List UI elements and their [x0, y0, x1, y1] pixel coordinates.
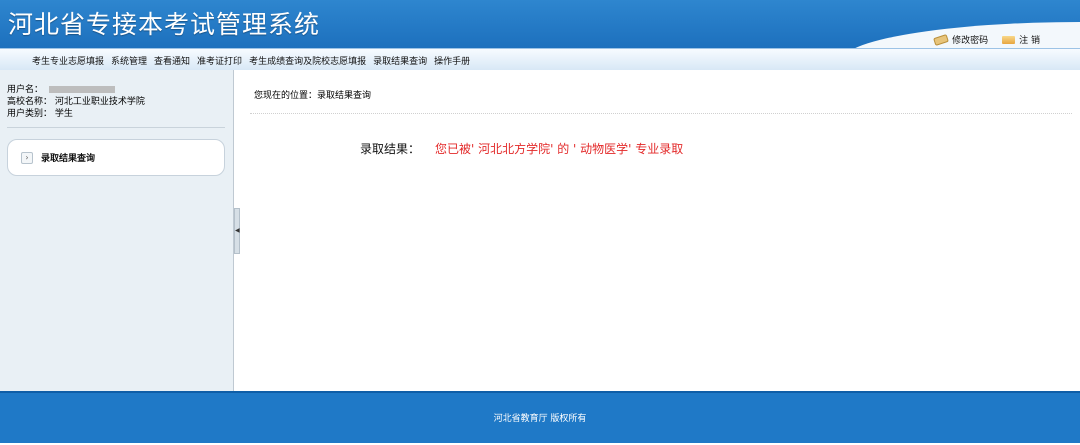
app-header: 河北省专接本考试管理系统 考生专业志愿填报 系统管理 查看通知 准考证打印 考生…	[0, 0, 1080, 70]
logout-icon	[1002, 35, 1016, 44]
username-row: 用户名：	[7, 84, 145, 96]
sidebar-item-label: 录取结果查询	[41, 154, 96, 164]
nav-item-admission-result[interactable]: 录取结果查询	[373, 54, 427, 67]
content-divider	[250, 113, 1072, 114]
nav-item-view-notices[interactable]: 查看通知	[154, 54, 190, 67]
sidebar-divider	[7, 127, 225, 128]
user-actions: 修改密码 注 销	[933, 33, 1040, 46]
logout-link[interactable]: 注 销	[1002, 33, 1040, 46]
school-value: 河北工业职业技术学院	[54, 97, 145, 107]
change-password-link[interactable]: 修改密码	[933, 33, 989, 46]
sidebar: 用户名： 高校名称： 河北工业职业技术学院 用户类别： 学生 › 录取结果查询	[0, 70, 234, 391]
school-row: 高校名称： 河北工业职业技术学院	[7, 96, 145, 108]
nav-item-volunteer-fill[interactable]: 考生专业志愿填报	[32, 54, 104, 67]
change-password-label: 修改密码	[952, 36, 989, 46]
main-nav-bar: 考生专业志愿填报 系统管理 查看通知 准考证打印 考生成绩查询及院校志愿填报 录…	[0, 48, 1080, 70]
usertype-row: 用户类别： 学生	[7, 108, 145, 120]
breadcrumb: 您现在的位置：录取结果查询	[254, 91, 372, 101]
main-nav: 考生专业志愿填报 系统管理 查看通知 准考证打印 考生成绩查询及院校志愿填报 录…	[32, 54, 470, 67]
username-redacted	[48, 86, 115, 93]
user-info: 用户名： 高校名称： 河北工业职业技术学院 用户类别： 学生	[7, 84, 145, 120]
copyright-text: 河北省教育厅 版权所有	[493, 414, 587, 424]
usertype-value: 学生	[54, 109, 73, 119]
nav-item-system-management[interactable]: 系统管理	[111, 54, 147, 67]
main-content: 您现在的位置：录取结果查询 录取结果： 您已被' 河北北方学院' 的 ' 动物医…	[240, 70, 1080, 391]
school-label: 高校名称：	[7, 97, 53, 107]
nav-item-score-query[interactable]: 考生成绩查询及院校志愿填报	[249, 54, 366, 67]
app-title: 河北省专接本考试管理系统	[8, 10, 321, 39]
nav-item-admission-ticket-print[interactable]: 准考证打印	[197, 54, 242, 67]
usertype-label: 用户类别：	[7, 109, 53, 119]
chevron-right-icon: ›	[21, 151, 33, 164]
pencil-icon	[933, 33, 950, 46]
username-label: 用户名：	[7, 85, 44, 95]
logout-label: 注 销	[1019, 36, 1040, 46]
sidebar-item-admission-result[interactable]: › 录取结果查询	[7, 139, 225, 176]
nav-item-manual[interactable]: 操作手册	[434, 54, 470, 67]
admission-result-text: 您已被' 河北北方学院' 的 ' 动物医学' 专业录取	[435, 142, 684, 156]
result-label: 录取结果：	[360, 142, 421, 156]
page-footer: 河北省教育厅 版权所有	[0, 391, 1080, 443]
